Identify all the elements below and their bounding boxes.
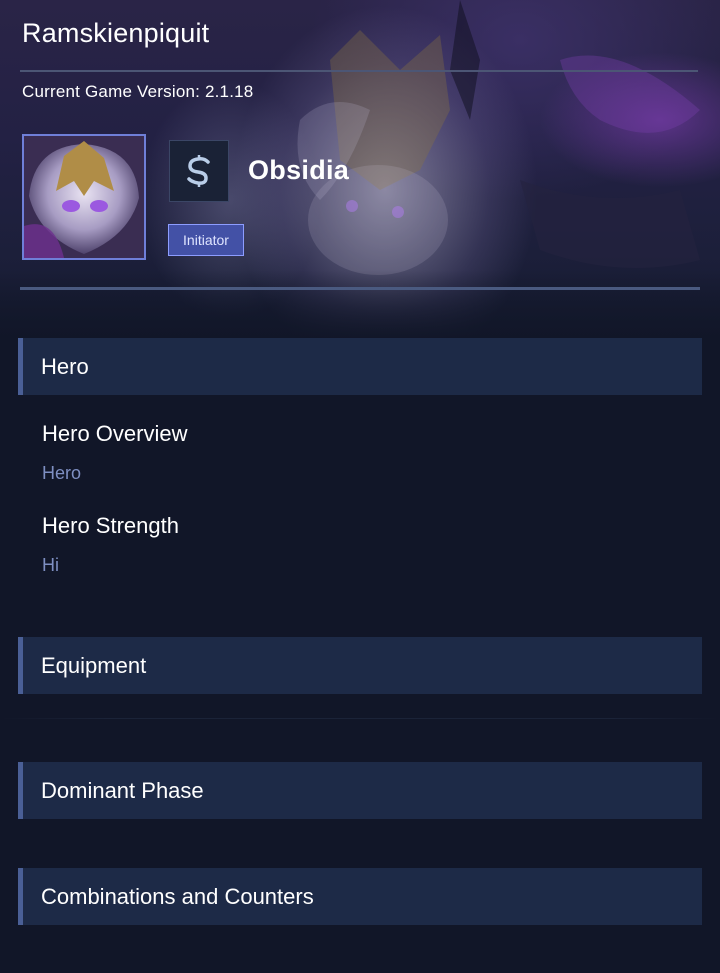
game-version-text: Current Game Version: 2.1.18 (22, 82, 254, 101)
section-header-equipment[interactable]: Equipment (18, 637, 702, 694)
banner-fade (0, 270, 720, 340)
hero-strength-value: Hi (42, 555, 59, 575)
hero-strength-title: Hero Strength (42, 513, 179, 538)
app-title: Ramskienpiquit (22, 18, 210, 48)
hero-portrait-image (24, 136, 144, 258)
role-badge: Initiator (168, 224, 244, 256)
hero-overview-value: Hero (42, 463, 82, 483)
hero-portrait[interactable] (22, 134, 146, 260)
assassin-s-icon (187, 155, 210, 187)
role-icon-box (169, 140, 229, 202)
hero-overview-title: Hero Overview (42, 421, 188, 446)
section-header-hero[interactable]: Hero (18, 338, 702, 395)
section-header-dominant-phase[interactable]: Dominant Phase (18, 762, 702, 819)
section-header-combinations-counters[interactable]: Combinations and Counters (18, 868, 702, 925)
header-divider (20, 287, 700, 290)
title-divider (20, 70, 698, 72)
hero-name: Obsidia (248, 155, 350, 185)
divider-line (0, 718, 720, 719)
